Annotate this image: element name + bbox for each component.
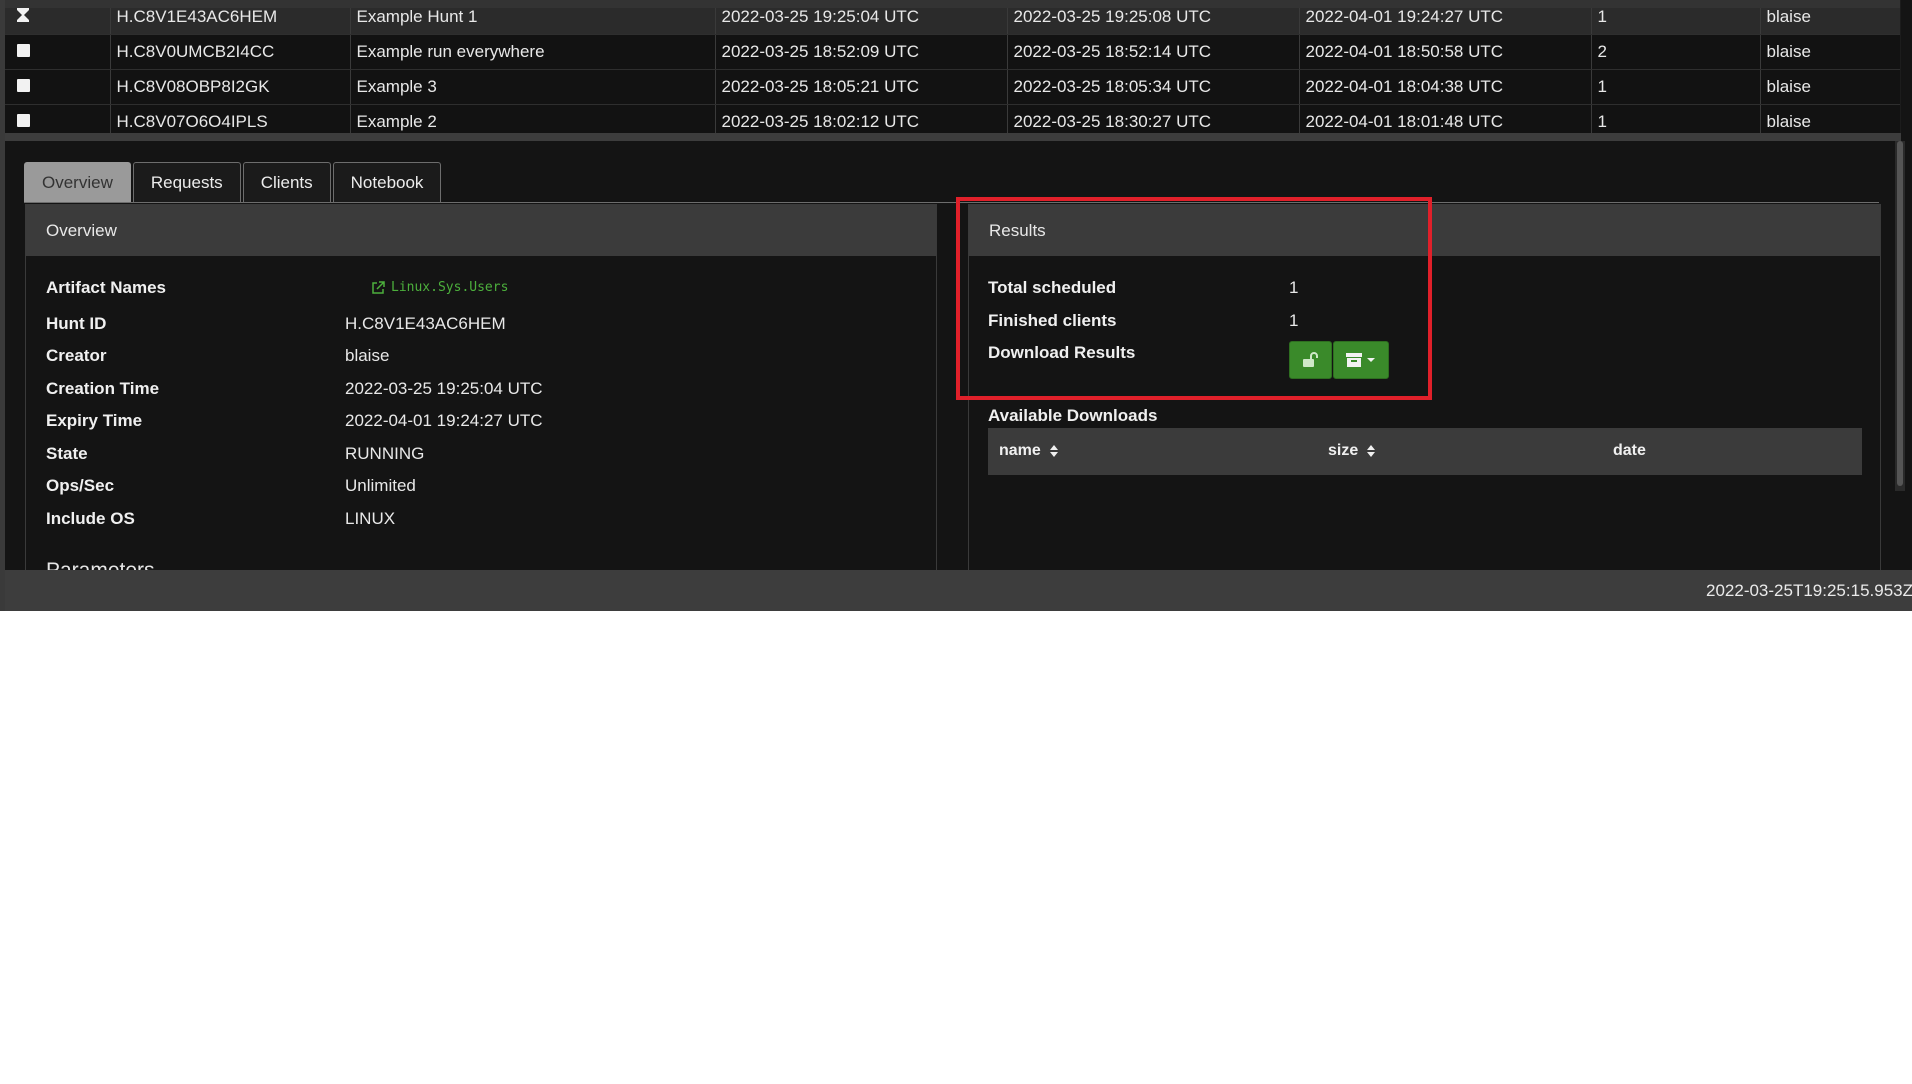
created-cell: 2022-03-25 18:52:09 UTC	[715, 34, 1008, 70]
total-scheduled-label: Total scheduled	[988, 278, 1117, 297]
ops-sec-value: Unlimited	[345, 476, 416, 495]
expires-cell: 2022-04-01 18:04:38 UTC	[1299, 69, 1592, 105]
creation-time-value: 2022-03-25 19:25:04 UTC	[345, 379, 543, 398]
downloads-col-date-label: date	[1613, 442, 1646, 459]
table-top-strip	[5, 0, 1901, 8]
table-row[interactable]: H.C8V07O6O4IPLS Example 2 2022-03-25 18:02…	[5, 104, 1901, 133]
finished-clients-value: 1	[1289, 311, 1299, 330]
ops-sec-label: Ops/Sec	[46, 476, 115, 495]
created-cell: 2022-03-25 18:05:21 UTC	[715, 69, 1008, 105]
unlock-icon	[1302, 352, 1318, 367]
stopped-square-icon	[17, 44, 30, 57]
status-cell	[5, 104, 111, 133]
page-scrollbar[interactable]	[1895, 141, 1905, 491]
hunt-id-cell: H.C8V08OBP8I2GK	[110, 69, 351, 105]
creation-time-label: Creation Time	[46, 379, 160, 398]
status-timestamp: 2022-03-25T19:25:15.953Z	[1706, 581, 1912, 600]
state-value: RUNNING	[345, 444, 425, 463]
stopped-square-icon	[17, 114, 30, 127]
description-cell: Example run everywhere	[350, 34, 716, 70]
tab-overview[interactable]: Overview	[24, 162, 131, 203]
tab-requests[interactable]: Requests	[132, 162, 241, 203]
overview-panel: Overview Artifact Names Linux.Sys.Users …	[25, 204, 937, 582]
expiry-time-value: 2022-04-01 19:24:27 UTC	[345, 411, 543, 430]
hunt-id-cell: H.C8V0UMCB2I4CC	[110, 34, 351, 70]
scheduled-cell: 1	[1591, 69, 1761, 105]
sort-icon	[1367, 445, 1376, 457]
caret-down-icon	[1367, 358, 1375, 362]
total-scheduled-value: 1	[1289, 278, 1299, 297]
creator-cell: blaise	[1760, 69, 1901, 105]
external-link-icon	[372, 280, 385, 294]
include-os-label: Include OS	[46, 509, 135, 528]
hunt-id-cell: H.C8V07O6O4IPLS	[110, 104, 351, 133]
creator-label: Creator	[46, 346, 107, 365]
tab-notebook[interactable]: Notebook	[332, 162, 442, 203]
scheduled-cell: 1	[1591, 104, 1761, 133]
description-cell: Example 3	[350, 69, 716, 105]
downloads-col-name[interactable]: name	[999, 442, 1059, 460]
detail-tabs: Overview Requests Clients Notebook	[24, 162, 442, 203]
artifact-names-label: Artifact Names	[46, 278, 166, 297]
stopped-square-icon	[17, 79, 30, 92]
archive-icon	[1346, 353, 1362, 367]
sort-icon	[1049, 445, 1058, 457]
table-row[interactable]: H.C8V08OBP8I2GK Example 3 2022-03-25 18:05…	[5, 69, 1901, 105]
creator-cell: blaise	[1760, 104, 1901, 133]
expiry-time-label: Expiry Time	[46, 411, 143, 430]
hourglass-icon	[17, 7, 29, 22]
artifact-link-text: Linux.Sys.Users	[391, 280, 509, 295]
downloads-col-size[interactable]: size	[1328, 442, 1376, 460]
started-cell: 2022-03-25 18:52:14 UTC	[1007, 34, 1300, 70]
tab-clients[interactable]: Clients	[242, 162, 331, 203]
table-scrollbar[interactable]	[1900, 0, 1901, 133]
app-window: H.C8V1E43AC6HEM Example Hunt 1 2022-03-25 …	[0, 0, 1912, 611]
status-bar: 2022-03-25T19:25:15.953Z	[5, 570, 1912, 611]
state-label: State	[46, 444, 88, 463]
description-cell: Example 2	[350, 104, 716, 133]
artifact-names-row: Artifact Names Linux.Sys.Users	[46, 278, 926, 298]
downloads-col-size-label: size	[1328, 442, 1359, 459]
downloads-col-name-label: name	[999, 442, 1041, 459]
results-panel-title: Results	[969, 205, 1880, 256]
finished-clients-label: Finished clients	[988, 311, 1117, 330]
download-results-label: Download Results	[988, 343, 1136, 362]
pane-splitter[interactable]	[5, 133, 1901, 141]
status-cell	[5, 69, 111, 105]
table-row[interactable]: H.C8V0UMCB2I4CC Example run everywhere 202…	[5, 34, 1901, 70]
downloads-col-date[interactable]: date	[1613, 442, 1646, 460]
download-archive-dropdown-button[interactable]	[1333, 341, 1389, 379]
status-cell	[5, 34, 111, 70]
tab-divider	[24, 202, 1879, 203]
hunt-id-value: H.C8V1E43AC6HEM	[345, 314, 506, 333]
hunt-id-label: Hunt ID	[46, 314, 107, 333]
downloads-table-header: name size date	[988, 428, 1862, 475]
creator-value: blaise	[345, 346, 390, 365]
scheduled-cell: 2	[1591, 34, 1761, 70]
available-downloads-heading: Available Downloads	[988, 406, 1158, 425]
overview-panel-title: Overview	[26, 205, 936, 256]
expires-cell: 2022-04-01 18:01:48 UTC	[1299, 104, 1592, 133]
created-cell: 2022-03-25 18:02:12 UTC	[715, 104, 1008, 133]
results-panel: Results Total scheduled 1 Finished clien…	[968, 204, 1881, 576]
artifact-link[interactable]: Linux.Sys.Users	[371, 280, 508, 295]
include-os-value: LINUX	[345, 509, 396, 528]
hunts-table: H.C8V1E43AC6HEM Example Hunt 1 2022-03-25 …	[5, 0, 1901, 133]
unlock-download-button[interactable]	[1289, 341, 1332, 379]
started-cell: 2022-03-25 18:05:34 UTC	[1007, 69, 1300, 105]
started-cell: 2022-03-25 18:30:27 UTC	[1007, 104, 1300, 133]
creator-cell: blaise	[1760, 34, 1901, 70]
expires-cell: 2022-04-01 18:50:58 UTC	[1299, 34, 1592, 70]
